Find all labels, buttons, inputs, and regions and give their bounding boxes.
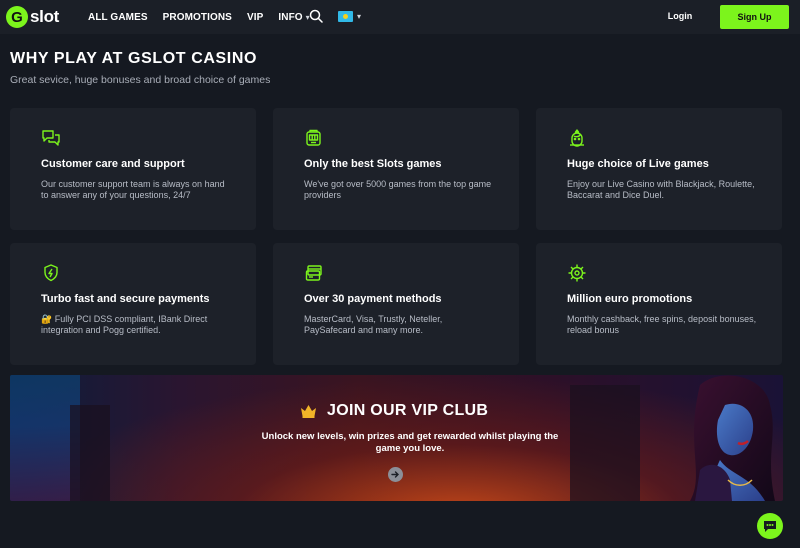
signup-button[interactable]: Sign Up (720, 5, 789, 29)
login-button[interactable]: Login (660, 5, 700, 27)
chat-icon[interactable] (757, 513, 783, 539)
feature-card-live: Huge choice of Live games Enjoy our Live… (536, 108, 782, 230)
arrow-right-icon[interactable] (388, 467, 403, 482)
feature-card-methods: Over 30 payment methods MasterCard, Visa… (273, 243, 519, 365)
slot-machine-icon (304, 128, 324, 148)
nav-info[interactable]: INFO ▾ (278, 12, 309, 23)
feature-card-payments: Turbo fast and secure payments 🔐 Fully P… (10, 243, 256, 365)
feature-card-promotions: Million euro promotions Monthly cashback… (536, 243, 782, 365)
card-text: Monthly cashback, free spins, deposit bo… (567, 314, 757, 335)
banner-background-art (70, 405, 110, 501)
banner-title: JOIN OUR VIP CLUB (327, 402, 489, 419)
main-nav: ALL GAMES PROMOTIONS VIP INFO ▾ (88, 0, 325, 34)
banner-background-art (570, 385, 640, 501)
gslot-logo[interactable]: G slot (6, 6, 59, 28)
vip-club-banner[interactable]: JOIN OUR VIP CLUB Unlock new levels, win… (10, 375, 783, 501)
logo-mark: G (6, 6, 28, 28)
nav-label: VIP (246, 11, 264, 23)
card-title: Million euro promotions (567, 293, 693, 305)
crown-icon (301, 405, 316, 418)
card-title: Only the best Slots games (304, 158, 442, 170)
language-selector[interactable]: ▾ (338, 11, 361, 22)
card-title: Huge choice of Live games (567, 158, 709, 170)
logo-text: slot (30, 7, 60, 26)
nav-vip[interactable]: VIP (247, 12, 263, 23)
nav-label: ALL GAMES (88, 11, 148, 23)
nav-all-games[interactable]: ALL GAMES (88, 12, 148, 23)
card-text: MasterCard, Visa, Trustly, Neteller, Pay… (304, 314, 443, 335)
card-title: Over 30 payment methods (304, 293, 442, 305)
payment-card-icon (304, 263, 324, 283)
card-title: Turbo fast and secure payments (41, 293, 210, 305)
search-icon[interactable] (309, 9, 323, 23)
section-subtitle: Great sevice, huge bonuses and broad cho… (10, 74, 271, 86)
feature-card-support: Customer care and support Our customer s… (10, 108, 256, 230)
section-title: WHY PLAY AT GSLOT CASINO (10, 50, 258, 67)
card-text: We've got over 5000 games from the top g… (304, 179, 492, 200)
banner-heading: JOIN OUR VIP CLUB (300, 402, 488, 420)
feature-card-slots: Only the best Slots games We've got over… (273, 108, 519, 230)
kazakhstan-flag-icon (338, 11, 353, 22)
chevron-down-icon: ▾ (357, 12, 362, 21)
promo-badge-icon (567, 263, 587, 283)
top-header: G slot ALL GAMES PROMOTIONS VIP INFO ▾ ▾ … (0, 0, 800, 34)
card-text: 🔐 Fully PCI DSS compliant, IBank Direct … (41, 314, 208, 335)
banner-text: Unlock new levels, win prizes and get re… (261, 431, 559, 454)
vip-hostess-illustration (690, 375, 775, 501)
nav-label: INFO (278, 11, 303, 23)
card-text: Enjoy our Live Casino with Blackjack, Ro… (567, 179, 755, 200)
nav-promotions[interactable]: PROMOTIONS (163, 12, 232, 23)
card-text: Our customer support team is always on h… (41, 179, 225, 200)
card-title: Customer care and support (41, 158, 185, 170)
nav-label: PROMOTIONS (162, 11, 232, 23)
shield-bolt-icon (41, 263, 61, 283)
live-dealer-icon (567, 128, 587, 148)
chat-bubbles-icon (41, 128, 61, 148)
